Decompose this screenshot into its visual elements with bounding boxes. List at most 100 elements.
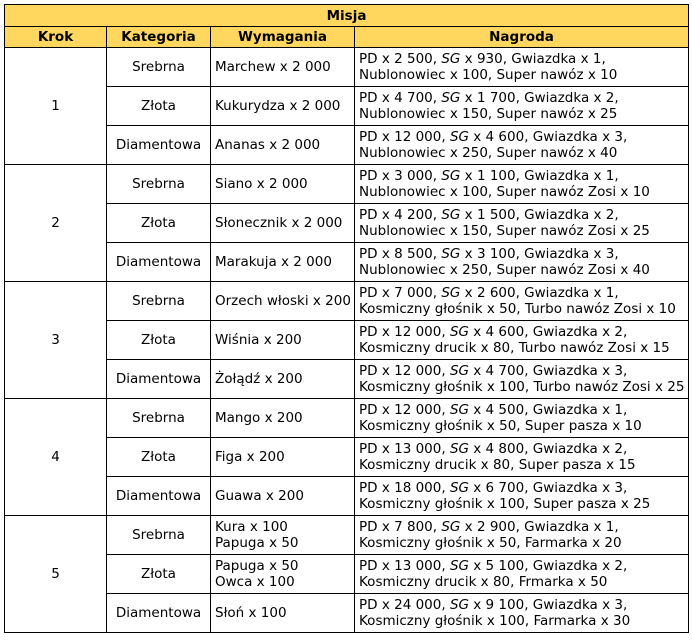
table-row: Złota Figa x 200 PD x 13 000, SG x 4 800, … (5, 437, 690, 477)
reward-cell: PD x 3 000, SG x 1 100, Gwiazdka x 1, Nub… (353, 164, 690, 204)
reward-cell: PD x 4 700, SG x 1 700, Gwiazdka x 2, Nub… (353, 86, 690, 126)
reward-line: Nublonowiec x 100, Super nawóz Zosi x 10 (359, 184, 650, 200)
requirement-line: Orzech włoski x 200 (215, 293, 351, 309)
table-row: Złota Słonecznik x 2 000 PD x 4 200, SG x … (5, 203, 690, 243)
mission-table-wrapper: Misja Krok Kategoria Wymagania Nagroda 1… (3, 4, 690, 633)
category-cell: Złota (106, 320, 211, 360)
category-cell: Diamentowa (106, 476, 211, 516)
reward-cell: PD x 18 000, SG x 6 700, Gwiazdka x 3, Ko… (353, 476, 690, 516)
reward-line: PD x 13 000, SG x 4 800, Gwiazdka x 2, (359, 441, 628, 457)
header-step: Krok (4, 26, 107, 48)
requirements-cell: Żołądź x 200 (210, 359, 355, 399)
category-cell: Srebrna (106, 47, 211, 87)
table-row: Diamentowa Żołądź x 200 PD x 12 000, SG x … (5, 359, 690, 399)
requirements-cell: Kura x 100 Papuga x 50 (210, 515, 355, 555)
requirements-cell: Kukurydza x 2 000 (210, 86, 355, 126)
step-number: 4 (4, 398, 107, 516)
table-row: Złota Kukurydza x 2 000 PD x 4 700, SG x 1… (5, 86, 690, 126)
reward-line: PD x 13 000, SG x 5 100, Gwiazdka x 2, (359, 558, 628, 574)
requirement-line: Papuga x 50 (215, 558, 299, 574)
requirement-line: Wiśnia x 200 (215, 332, 302, 348)
reward-line: Nublonowiec x 250, Super nawóz x 40 (359, 145, 618, 161)
reward-line: Nublonowiec x 150, Super nawóz Zosi x 25 (359, 223, 650, 239)
requirement-line: Słoń x 100 (215, 605, 287, 621)
reward-line: Nublonowiec x 150, Super nawóz x 25 (359, 106, 618, 122)
reward-line: Kosmiczny głośnik x 50, Super pasza x 10 (359, 418, 642, 434)
reward-cell: PD x 12 000, SG x 4 700, Gwiazdka x 3, Ko… (353, 359, 690, 399)
reward-line: PD x 12 000, SG x 4 500, Gwiazdka x 1, (359, 402, 628, 418)
requirements-cell: Ananas x 2 000 (210, 125, 355, 165)
step-number: 1 (4, 47, 107, 165)
requirement-line: Owca x 100 (215, 574, 295, 590)
category-cell: Srebrna (106, 515, 211, 555)
category-cell: Diamentowa (106, 359, 211, 399)
table-title-row: Misja (3, 4, 690, 27)
requirements-cell: Orzech włoski x 200 (210, 281, 355, 321)
reward-line: Kosmiczny głośnik x 100, Farmarka x 30 (359, 613, 631, 629)
reward-cell: PD x 13 000, SG x 4 800, Gwiazdka x 2, Ko… (353, 437, 690, 477)
reward-line: PD x 4 700, SG x 1 700, Gwiazdka x 2, (359, 90, 619, 106)
requirement-line: Siano x 2 000 (215, 176, 308, 192)
requirement-line: Żołądź x 200 (215, 371, 303, 387)
reward-cell: PD x 24 000, SG x 9 100, Gwiazdka x 3, Ko… (353, 593, 690, 633)
reward-line: PD x 8 500, SG x 3 100, Gwiazdka x 3, (359, 246, 619, 262)
requirements-cell: Siano x 2 000 (210, 164, 355, 204)
header-reward: Nagroda (353, 26, 690, 48)
requirements-cell: Marchew x 2 000 (210, 47, 355, 87)
category-cell: Złota (106, 554, 211, 594)
reward-line: Kosmiczny głośnik x 100, Super pasza x 2… (359, 496, 651, 512)
table-row: Złota Wiśnia x 200 PD x 12 000, SG x 4 600… (5, 320, 690, 360)
requirement-line: Mango x 200 (215, 410, 303, 426)
requirements-cell: Wiśnia x 200 (210, 320, 355, 360)
table-row: Diamentowa Ananas x 2 000 PD x 12 000, SG … (5, 125, 690, 165)
table-row: 2 Srebrna Siano x 2 000 PD x 3 000, SG x 1 … (4, 164, 690, 282)
category-cell: Diamentowa (106, 242, 211, 282)
requirements-cell: Papuga x 50 Owca x 100 (210, 554, 355, 594)
table-header-row: Krok Kategoria Wymagania Nagroda (4, 26, 690, 48)
requirement-line: Ananas x 2 000 (215, 137, 321, 153)
requirement-line: Marchew x 2 000 (215, 59, 331, 75)
reward-cell: PD x 12 000, SG x 4 500, Gwiazdka x 1, Ko… (353, 398, 690, 438)
step-number: 2 (4, 164, 107, 282)
reward-cell: PD x 7 800, SG x 2 900, Gwiazdka x 1, Kos… (353, 515, 690, 555)
reward-line: Kosmiczny głośnik x 50, Farmarka x 20 (359, 535, 622, 551)
category-cell: Złota (106, 86, 211, 126)
requirement-line: Marakuja x 2 000 (215, 254, 332, 270)
reward-line: Kosmiczny głośnik x 50, Turbo nawóz Zosi… (359, 301, 676, 317)
reward-cell: PD x 4 200, SG x 1 500, Gwiazdka x 2, Nub… (353, 203, 690, 243)
requirement-line: Kura x 100 (215, 519, 288, 535)
table-title: Misja (3, 4, 690, 27)
reward-line: Nublonowiec x 100, Super nawóz x 10 (359, 67, 618, 83)
header-requirements: Wymagania (210, 26, 355, 48)
requirements-cell: Guawa x 200 (210, 476, 355, 516)
reward-cell: PD x 13 000, SG x 5 100, Gwiazdka x 2, Ko… (353, 554, 690, 594)
category-cell: Srebrna (106, 281, 211, 321)
table-row: Diamentowa Guawa x 200 PD x 18 000, SG x 6… (5, 476, 690, 516)
reward-cell: PD x 8 500, SG x 3 100, Gwiazdka x 3, Nub… (353, 242, 690, 282)
reward-cell: PD x 2 500, SG x 930, Gwiazdka x 1, Nublo… (353, 47, 690, 87)
reward-line: PD x 24 000, SG x 9 100, Gwiazdka x 3, (359, 597, 628, 613)
reward-line: PD x 18 000, SG x 6 700, Gwiazdka x 3, (359, 480, 628, 496)
reward-line: PD x 12 000, SG x 4 600, Gwiazdka x 2, (359, 324, 628, 340)
requirements-cell: Mango x 200 (210, 398, 355, 438)
table-row: 4 Srebrna Mango x 200 PD x 12 000, SG x 4 5… (4, 398, 690, 516)
reward-line: Kosmiczny drucik x 80, Super pasza x 15 (359, 457, 636, 473)
table-row: 5 Srebrna Kura x 100 Papuga x 50 PD x 7 800,… (4, 515, 690, 633)
step-number: 5 (4, 515, 107, 633)
reward-line: PD x 12 000, SG x 4 600, Gwiazdka x 3, (359, 129, 628, 145)
table-row: Diamentowa Marakuja x 2 000 PD x 8 500, SG… (5, 242, 690, 282)
requirements-cell: Słoń x 100 (210, 593, 355, 633)
reward-cell: PD x 7 000, SG x 2 600, Gwiazdka x 1, Kos… (353, 281, 690, 321)
reward-line: PD x 2 500, SG x 930, Gwiazdka x 1, (359, 51, 606, 67)
requirement-line: Papuga x 50 (215, 535, 299, 551)
category-cell: Srebrna (106, 164, 211, 204)
table-row: 3 Srebrna Orzech włoski x 200 PD x 7 000, S… (4, 281, 690, 399)
reward-line: Kosmiczny głośnik x 100, Turbo nawóz Zos… (359, 379, 685, 395)
mission-table: Misja Krok Kategoria Wymagania Nagroda 1… (3, 4, 690, 633)
category-cell: Diamentowa (106, 125, 211, 165)
requirement-line: Figa x 200 (215, 449, 285, 465)
reward-line: Nublonowiec x 250, Super nawóz Zosi x 40 (359, 262, 650, 278)
category-cell: Srebrna (106, 398, 211, 438)
requirement-line: Słonecznik x 2 000 (215, 215, 343, 231)
reward-line: Kosmiczny drucik x 80, Turbo nawóz Zosi … (359, 340, 670, 356)
